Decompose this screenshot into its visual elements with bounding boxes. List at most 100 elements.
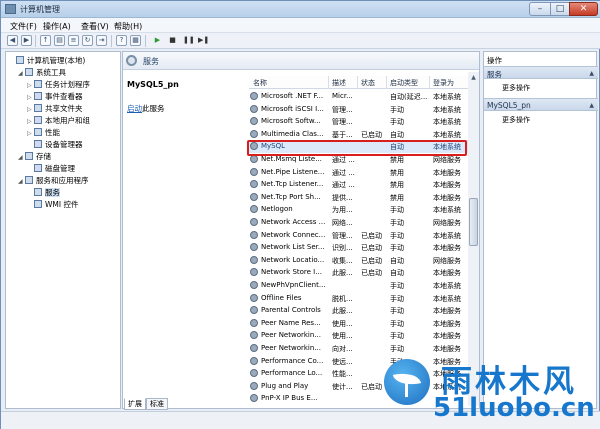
column-name[interactable]: 名称	[253, 78, 267, 88]
help-topics-icon[interactable]: ▦	[130, 35, 141, 46]
back-icon[interactable]: ◀	[7, 35, 18, 46]
expand-arrow-icon[interactable]: ▷	[27, 106, 34, 113]
tab-extended[interactable]: 扩展	[124, 398, 146, 410]
actions-group-services[interactable]: 服务 ▲	[484, 66, 598, 79]
tree-item[interactable]: WMI 控件	[27, 199, 78, 211]
tree-item[interactable]: 磁盘管理	[27, 163, 75, 175]
refresh-icon[interactable]: ↻	[82, 35, 93, 46]
tree-item[interactable]: ◢ 存储	[18, 151, 51, 163]
scroll-up-icon[interactable]: ▲	[469, 73, 478, 82]
minimize-button[interactable]: –	[529, 2, 551, 16]
cell-startup-type: 手动	[390, 118, 404, 127]
expand-arrow-icon[interactable]: ◢	[18, 70, 25, 77]
tree-item[interactable]: 服务	[27, 187, 60, 199]
menu-file[interactable]: 文件(F)	[10, 21, 37, 32]
forward-icon[interactable]: ▶	[21, 35, 32, 46]
tree-item[interactable]: 计算机管理(本地)	[9, 55, 85, 67]
table-row[interactable]: Microsoft Softw... 管理... 手动 本地系统	[249, 115, 476, 128]
more-actions-mysql[interactable]: 更多操作 ▶	[502, 115, 530, 125]
tree-item[interactable]: ▷ 事件查看器	[27, 91, 83, 103]
expand-arrow-icon[interactable]: ◢	[18, 178, 25, 185]
start-service-suffix: 此服务	[142, 104, 165, 113]
menu-help[interactable]: 帮助(H)	[114, 21, 142, 32]
cell-name: Offline Files	[261, 293, 302, 302]
actions-group-label: MySQL5_pn	[487, 101, 531, 110]
column-logon-as[interactable]: 登录为	[433, 78, 454, 88]
collapse-arrow-icon[interactable]: ▲	[589, 102, 594, 109]
expand-arrow-icon[interactable]: ▷	[27, 130, 34, 137]
actions-group-mysql[interactable]: MySQL5_pn ▲	[484, 98, 598, 111]
table-row[interactable]: Parental Controls 此服... 手动 本地服务	[249, 304, 476, 317]
service-gear-icon	[250, 243, 258, 252]
table-row[interactable]: Network List Ser... 识别... 已启动 手动 本地服务	[249, 241, 476, 254]
collapse-arrow-icon[interactable]: ▲	[589, 70, 594, 77]
table-row[interactable]: Multimedia Clas... 基于... 已启动 自动 本地系统	[249, 128, 476, 141]
service-gear-icon	[250, 381, 258, 390]
table-row[interactable]: Network Locatio... 收集... 已启动 自动 网络服务	[249, 254, 476, 267]
service-gear-icon	[250, 167, 258, 176]
tree-item[interactable]: ◢ 服务和应用程序	[18, 175, 89, 187]
show-hide-tree-icon[interactable]: ▤	[54, 35, 65, 46]
table-row[interactable]: Net.Pipe Listene... 通过 ... 禁用 本地服务	[249, 166, 476, 179]
table-row[interactable]: Net.Tcp Listener... 通过 ... 禁用 本地服务	[249, 178, 476, 191]
table-row[interactable]: NewPhVpnClient... 手动 本地系统	[249, 279, 476, 292]
expand-arrow-icon[interactable]: ◢	[18, 154, 25, 161]
table-row[interactable]: Microsoft iSCSI I... 管理... 手动 本地系统	[249, 103, 476, 116]
stem-icon	[405, 383, 408, 397]
service-gear-icon	[250, 129, 258, 138]
column-divider[interactable]	[357, 76, 358, 89]
pause-service-icon[interactable]: ❚❚	[182, 35, 195, 46]
column-divider[interactable]	[328, 76, 329, 89]
cell-name: Net.Tcp Listener...	[261, 180, 324, 189]
table-row[interactable]: Peer Networkin... 使用... 手动 本地服务	[249, 329, 476, 342]
expand-arrow-icon[interactable]: ▷	[27, 118, 34, 125]
properties-icon[interactable]: ≡	[68, 35, 79, 46]
table-row[interactable]: Microsoft .NET F... Micr... 自动(延迟... 本地系统	[249, 90, 476, 103]
table-row[interactable]: Offline Files 脱机... 手动 本地系统	[249, 292, 476, 305]
tree-item[interactable]: ▷ 共享文件夹	[27, 103, 83, 115]
expand-arrow-icon[interactable]: ▷	[27, 94, 34, 101]
table-row[interactable]: Network Store I... 此服... 已启动 自动 本地服务	[249, 266, 476, 279]
more-actions-services[interactable]: 更多操作 ▶	[502, 83, 530, 93]
cell-name: Multimedia Clas...	[261, 129, 324, 138]
tree-item[interactable]: ▷ 任务计划程序	[27, 79, 90, 91]
column-startup-type[interactable]: 启动类型	[390, 78, 418, 88]
tab-standard[interactable]: 标准	[146, 398, 168, 410]
cell-name: Net.Msmq Liste...	[261, 155, 322, 163]
column-status[interactable]: 状态	[361, 78, 375, 88]
tree-item[interactable]: ▷ 性能	[27, 127, 60, 139]
restart-service-icon[interactable]: ▶❚	[197, 35, 209, 46]
close-button[interactable]: ✕	[569, 2, 598, 16]
cell-name: NewPhVpnClient...	[261, 281, 326, 289]
start-service-link[interactable]: 启动	[127, 104, 142, 113]
menu-view[interactable]: 查看(V)	[81, 21, 109, 32]
column-divider[interactable]	[429, 76, 430, 89]
table-row[interactable]: Net.Tcp Port Sh... 提供... 禁用 本地服务	[249, 191, 476, 204]
maximize-button[interactable]: □	[550, 2, 570, 16]
start-service-icon[interactable]: ▶	[152, 35, 163, 46]
cell-startup-type: 自动	[390, 269, 404, 278]
up-folder-icon[interactable]: ↑	[40, 35, 51, 46]
stop-service-icon[interactable]: ■	[167, 35, 178, 46]
table-row[interactable]: Network Connec... 管理... 已启动 手动 本地系统	[249, 229, 476, 242]
help-icon[interactable]: ?	[116, 35, 127, 46]
tree-item-label: 服务和应用程序	[36, 176, 89, 185]
column-description[interactable]: 描述	[332, 78, 346, 88]
menu-action[interactable]: 操作(A)	[43, 21, 71, 32]
tree-item[interactable]: ▷ 本地用户和组	[27, 115, 90, 127]
table-row[interactable]: Peer Networkin... 向对... 手动 本地服务	[249, 342, 476, 355]
cell-description: Micr...	[332, 92, 353, 100]
table-row[interactable]: Netlogon 为用... 手动 本地系统	[249, 203, 476, 216]
column-divider[interactable]	[386, 76, 387, 89]
scrollbar-thumb[interactable]	[469, 198, 478, 246]
cell-startup-type: 手动	[390, 332, 404, 341]
gear-icon	[126, 55, 137, 66]
export-list-icon[interactable]: ⇥	[96, 35, 107, 46]
tree-item[interactable]: ◢ 系统工具	[18, 67, 66, 79]
tree-item-label: 服务	[45, 188, 60, 197]
cell-startup-type: 禁用	[390, 156, 404, 164]
expand-arrow-icon[interactable]: ▷	[27, 82, 34, 89]
table-row[interactable]: Peer Name Res... 使用... 手动 本地服务	[249, 317, 476, 330]
tree-item[interactable]: 设备管理器	[27, 139, 83, 151]
table-row[interactable]: Network Access ... 网络... 手动 网络服务	[249, 216, 476, 229]
